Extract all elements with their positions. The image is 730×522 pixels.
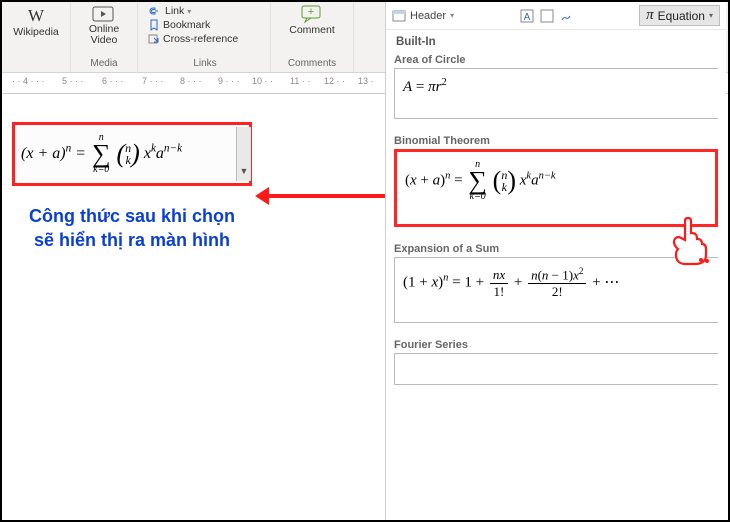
caption-line1: Công thức sau khi chọn xyxy=(12,204,252,228)
media-group-label: Media xyxy=(90,58,117,70)
equation-item[interactable]: Fourier Series xyxy=(394,337,718,385)
comment-icon: + xyxy=(299,4,325,24)
bookmark-button[interactable]: Bookmark xyxy=(146,18,212,32)
crossref-icon xyxy=(148,33,160,45)
caption-line2: sẽ hiển thị ra màn hình xyxy=(12,228,252,252)
bookmark-icon xyxy=(148,19,160,31)
document-body: (x + a)n = n∑k=0 (nk) xkan−k ▼ Công thức… xyxy=(12,122,252,253)
inserted-equation: (x + a)n = n∑k=0 (nk) xkan−k xyxy=(21,145,182,162)
dropcap-icon[interactable] xyxy=(540,9,554,23)
link-label: Link xyxy=(165,5,184,17)
online-video-icon xyxy=(91,4,117,24)
wikipedia-button[interactable]: W Wikipedia xyxy=(9,4,63,38)
pointer-hand-icon xyxy=(668,214,712,271)
builtin-heading: Built-In xyxy=(386,30,726,48)
comments-group-label: Comments xyxy=(288,58,336,70)
crossref-button[interactable]: Cross-reference xyxy=(146,32,240,46)
equation-label: Equation xyxy=(658,9,705,23)
links-group-label: Links xyxy=(193,58,216,70)
svg-text:A: A xyxy=(523,12,530,23)
crossref-label: Cross-reference xyxy=(163,33,238,45)
comment-button[interactable]: + Comment xyxy=(285,4,339,36)
equation-item-formula xyxy=(394,353,718,385)
equation-dropdown[interactable]: πEquation ▾ xyxy=(639,5,720,26)
signature-icon[interactable] xyxy=(560,9,574,23)
comment-label: Comment xyxy=(289,24,335,36)
equation-item[interactable]: Area of CircleA = πr2 xyxy=(394,52,718,119)
equation-item-title: Area of Circle xyxy=(394,52,718,68)
link-icon xyxy=(148,5,162,17)
bookmark-label: Bookmark xyxy=(163,19,210,31)
annotation-arrow xyxy=(258,194,394,198)
equation-item-title: Binomial Theorem xyxy=(394,133,718,149)
equation-item-title: Fourier Series xyxy=(394,337,718,353)
svg-text:+: + xyxy=(308,6,314,18)
textbox-icon[interactable]: A xyxy=(520,9,534,23)
link-button[interactable]: Link ▾ xyxy=(146,4,193,18)
online-video-label: OnlineVideo xyxy=(89,24,119,46)
wikipedia-label: Wikipedia xyxy=(13,26,59,38)
svg-text:W: W xyxy=(28,6,45,25)
annotation-caption: Công thức sau khi chọn sẽ hiển thị ra mà… xyxy=(12,204,252,253)
equation-item[interactable]: Binomial Theorem(x + a)n = n∑k=0 (nk) xk… xyxy=(394,133,718,227)
equation-options-handle[interactable]: ▼ xyxy=(236,127,251,181)
pi-icon: π xyxy=(646,7,654,24)
header-label: Header xyxy=(410,10,446,22)
inserted-equation-box[interactable]: (x + a)n = n∑k=0 (nk) xkan−k ▼ xyxy=(12,122,252,186)
header-icon xyxy=(392,9,406,23)
online-video-button[interactable]: OnlineVideo xyxy=(85,4,123,46)
wikipedia-icon: W xyxy=(22,4,50,26)
equation-item-formula: A = πr2 xyxy=(394,68,718,119)
header-dropdown[interactable]: Header ▾ xyxy=(392,9,454,23)
